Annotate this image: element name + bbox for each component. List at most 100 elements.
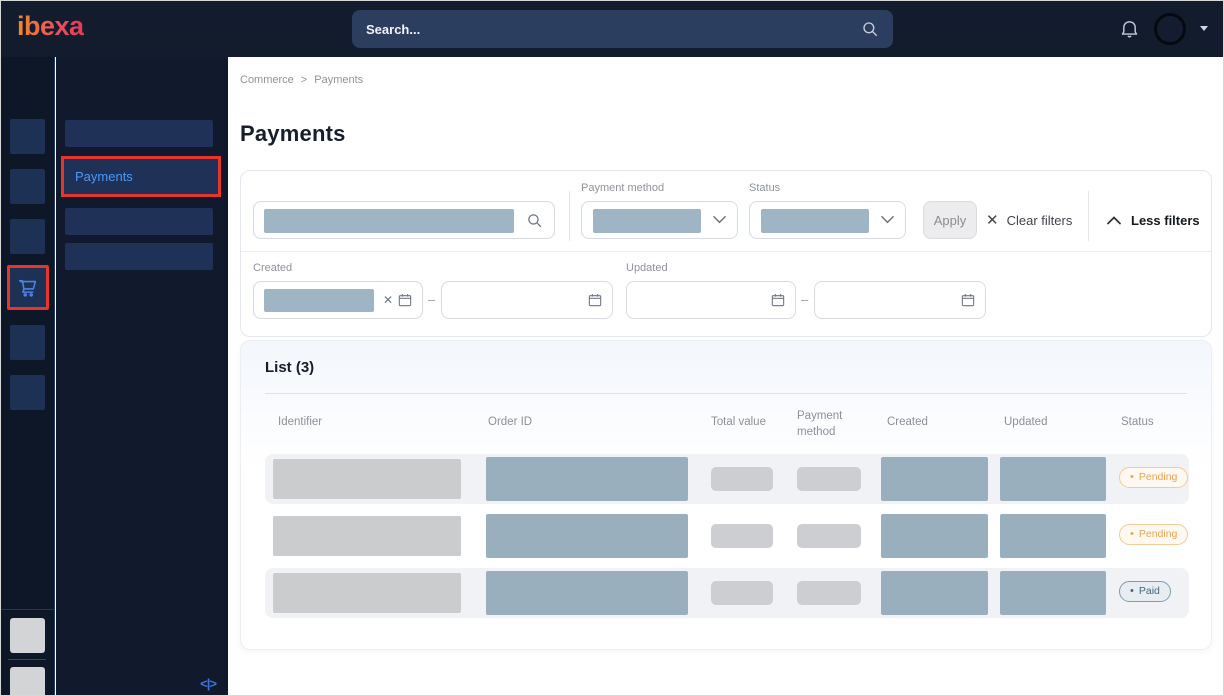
filters-row-dates: Created ✕ – [241,251,1211,338]
app-window: ibexa Search... [0,0,1224,696]
page-title: Payments [240,121,346,147]
cell-created-redacted [881,571,988,615]
rail-item-3[interactable] [10,219,45,254]
topbar: ibexa Search... [0,0,1224,57]
payment-method-label: Payment method [581,182,664,194]
apply-button[interactable]: Apply [923,201,977,239]
secondary-sidebar: Payments <|> [56,57,228,696]
global-search-input[interactable]: Search... [352,10,893,48]
rail-bottom-divider [0,609,55,610]
updated-from-date-input[interactable] [626,281,796,319]
cell-identifier-redacted [273,573,461,613]
calendar-icon[interactable] [960,292,976,308]
status-badge: Pending [1119,467,1188,488]
status-label: Status [749,182,780,194]
clear-filters-button[interactable]: ✕ Clear filters [986,201,1072,239]
status-badge: Paid [1119,581,1171,602]
created-to-date-input[interactable] [441,281,613,319]
created-from-date-input[interactable]: ✕ [253,281,423,319]
ibexa-logo: ibexa [17,11,84,42]
col-head-updated: Updated [1004,416,1047,428]
payment-method-value-redacted [593,209,701,233]
table-row[interactable]: Pending [265,511,1189,561]
notifications-bell-icon[interactable] [1119,18,1140,39]
rail-item-6[interactable] [10,375,45,410]
submenu-item-1[interactable] [65,120,213,147]
global-search-placeholder: Search... [366,22,861,37]
col-head-total-value: Total value [711,416,766,428]
less-filters-label: Less filters [1131,213,1200,228]
filter-search-input[interactable] [253,201,555,239]
user-avatar[interactable] [1154,13,1186,45]
cell-updated-redacted [1000,514,1106,558]
status-select[interactable] [749,201,906,239]
col-head-order-id: Order ID [488,416,532,428]
breadcrumb-payments[interactable]: Payments [314,74,363,86]
cell-order-id-redacted [486,457,688,501]
rail-item-2[interactable] [10,169,45,204]
col-head-payment-method: Payment method [797,408,855,440]
updated-range-separator: – [801,292,808,307]
updated-to-date-input[interactable] [814,281,986,319]
rail-item-1[interactable] [10,119,45,154]
cell-created-redacted [881,514,988,558]
less-filters-toggle[interactable]: Less filters [1107,201,1200,239]
updated-label: Updated [626,262,668,274]
submenu-payments-label: Payments [64,169,133,184]
submenu-item-4[interactable] [65,243,213,270]
rail-item-commerce-active[interactable] [7,265,49,310]
calendar-icon[interactable] [770,292,786,308]
user-menu-caret-icon[interactable] [1200,26,1208,31]
clear-filters-x-icon: ✕ [986,211,999,229]
filters-panel: Payment method Status Apply ✕ Clear filt… [240,170,1212,337]
calendar-icon[interactable] [397,292,413,308]
cell-payment-method-redacted [797,467,861,491]
col-head-created: Created [887,416,928,428]
created-label: Created [253,262,292,274]
chevron-down-icon [881,215,894,224]
filter-search-icon [526,212,543,229]
cell-order-id-redacted [486,514,688,558]
cell-payment-method-redacted [797,524,861,548]
main-content: Commerce > Payments Payments Payment met… [228,57,1224,696]
payments-list-panel: List (3) Identifier Order ID Total value… [240,340,1212,650]
cell-total-value-redacted [711,467,773,491]
filter-search-value-redacted [264,209,514,233]
rail-bottom-item-2[interactable] [10,667,45,696]
table-row[interactable]: Paid [265,568,1189,618]
cart-icon [17,277,39,299]
cell-identifier-redacted [273,516,461,556]
topbar-actions [1119,0,1208,57]
status-badge: Pending [1119,524,1188,545]
submenu-item-3[interactable] [65,208,213,235]
rail-bottom-divider-small [8,659,46,660]
payment-method-select[interactable] [581,201,738,239]
main-menu-rail [0,57,55,696]
col-head-identifier: Identifier [278,416,322,428]
calendar-icon[interactable] [587,292,603,308]
cell-payment-method-redacted [797,581,861,605]
cell-total-value-redacted [711,524,773,548]
table-row[interactable]: Pending [265,454,1189,504]
created-from-clear-icon[interactable]: ✕ [383,293,393,307]
cell-identifier-redacted [273,459,461,499]
cell-created-redacted [881,457,988,501]
col-head-status: Status [1121,416,1154,428]
cell-total-value-redacted [711,581,773,605]
filter-divider-2 [1088,191,1089,241]
rail-item-5[interactable] [10,325,45,360]
breadcrumb: Commerce > Payments [240,74,363,86]
chevron-up-icon [1107,216,1121,225]
rail-bottom-item-1[interactable] [10,618,45,653]
submenu-item-payments-active[interactable]: Payments [61,156,221,197]
created-from-value-redacted [264,289,374,312]
cell-order-id-redacted [486,571,688,615]
filter-divider-1 [569,191,570,241]
clear-filters-label: Clear filters [1007,213,1073,228]
sidebar-collapse-icon[interactable]: <|> [200,676,216,691]
breadcrumb-commerce[interactable]: Commerce [240,74,294,86]
chevron-down-icon [713,215,726,224]
cell-updated-redacted [1000,457,1106,501]
search-icon [861,20,879,38]
status-value-redacted [761,209,869,233]
